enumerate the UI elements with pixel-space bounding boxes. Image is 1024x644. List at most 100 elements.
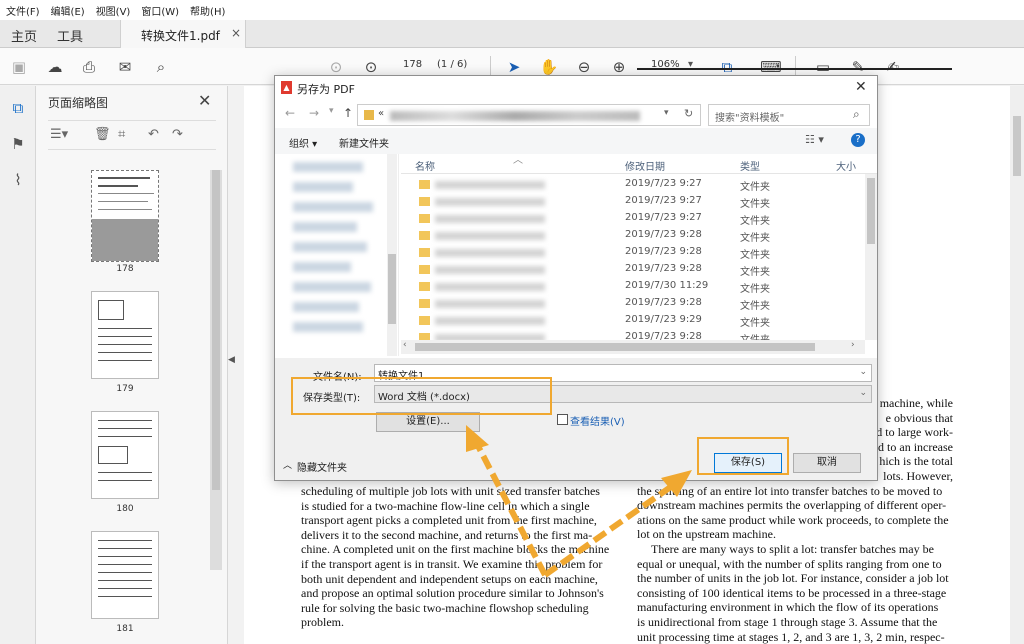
new-folder-button[interactable]: 新建文件夹: [339, 135, 389, 150]
nav-item-blurred[interactable]: [293, 282, 371, 292]
scrollbar-thumb[interactable]: [867, 178, 875, 244]
tab-home[interactable]: 主页: [11, 26, 37, 45]
text-line: is studied for a two-machine flow-line c…: [301, 498, 590, 513]
file-row[interactable]: 2019/7/23 9:27 文件夹: [401, 193, 871, 210]
back-arrow-icon[interactable]: ←: [285, 106, 295, 120]
close-icon[interactable]: ✕: [198, 91, 211, 110]
navigation-pane[interactable]: [275, 154, 399, 356]
file-row[interactable]: 2019/7/23 9:28 文件夹: [401, 295, 871, 312]
file-row[interactable]: 2019/7/23 9:29 文件夹: [401, 312, 871, 329]
bookmark-icon[interactable]: ⚑: [8, 134, 28, 154]
scrollbar-thumb[interactable]: [1013, 116, 1021, 176]
tab-close-icon[interactable]: ×: [231, 26, 241, 40]
column-type[interactable]: 类型: [740, 158, 760, 173]
menu-help[interactable]: 帮助(H): [190, 3, 225, 18]
file-type: 文件夹: [740, 233, 770, 244]
tab-document[interactable]: 转换文件1.pdf ×: [120, 20, 246, 48]
thumbnail-line: [98, 360, 152, 361]
scrollbar-thumb[interactable]: [415, 343, 815, 351]
scroll-right-icon[interactable]: ›: [851, 340, 855, 350]
page-thumbnail-178[interactable]: [91, 170, 159, 262]
view-results-checkbox[interactable]: [557, 414, 568, 425]
redo-icon[interactable]: ↷: [172, 127, 183, 142]
page-thumbnail-179[interactable]: [91, 291, 159, 379]
print-icon[interactable]: ⎙: [78, 56, 100, 78]
nav-item-blurred[interactable]: [293, 182, 353, 192]
nav-item-blurred[interactable]: [293, 162, 363, 172]
scroll-left-icon[interactable]: ‹: [403, 340, 407, 350]
undo-icon[interactable]: ↶: [148, 127, 159, 142]
chevron-up-icon[interactable]: ︿: [283, 458, 292, 471]
nav-item-blurred[interactable]: [293, 242, 367, 252]
cancel-button[interactable]: 取消: [793, 453, 861, 473]
document-scrollbar[interactable]: [1010, 86, 1024, 644]
tab-bar: 主页 工具 转换文件1.pdf ×: [0, 20, 1024, 48]
menu-file[interactable]: 文件(F): [6, 3, 40, 18]
page-thumbnails-icon[interactable]: ⧉: [8, 98, 28, 118]
file-row[interactable]: 2019/7/23 9:28 文件夹: [401, 329, 871, 340]
file-row[interactable]: 2019/7/23 9:28 文件夹: [401, 261, 871, 278]
page-thumbnail-181[interactable]: [91, 531, 159, 619]
chevron-down-icon[interactable]: ⌄: [859, 388, 867, 398]
settings-button[interactable]: 设置(E)...: [376, 412, 480, 432]
sign-icon[interactable]: ✍: [882, 56, 904, 78]
recent-dropdown-icon[interactable]: ▾: [329, 106, 334, 116]
scrollbar-thumb[interactable]: [388, 254, 396, 324]
thumbnail-selection-overlay: [92, 219, 158, 261]
text-line: both unit dependent and independent setu…: [301, 571, 598, 586]
menu-window[interactable]: 窗口(W): [141, 3, 179, 18]
column-size[interactable]: 大小: [836, 158, 856, 173]
file-row[interactable]: 2019/7/23 9:27 文件夹: [401, 210, 871, 227]
chevron-down-icon[interactable]: ⌄: [859, 367, 867, 377]
dialog-title: 另存为 PDF: [297, 83, 355, 96]
text-line: rule for solving the basic two-machine f…: [301, 600, 589, 615]
file-row[interactable]: 2019/7/23 9:28 文件夹: [401, 227, 871, 244]
nav-item-blurred[interactable]: [293, 222, 357, 232]
collapse-panel-icon[interactable]: ◀: [228, 355, 235, 365]
file-row[interactable]: 2019/7/30 11:29 文件夹: [401, 278, 871, 295]
forward-arrow-icon[interactable]: →: [309, 106, 319, 120]
search-input[interactable]: 搜索"资料模板" ⌕: [708, 104, 870, 126]
nav-item-blurred[interactable]: [293, 322, 363, 332]
menu-view[interactable]: 视图(V): [96, 3, 131, 18]
view-results-label: 查看结果(V): [570, 417, 625, 428]
scrollbar-thumb[interactable]: [212, 170, 220, 490]
up-arrow-icon[interactable]: ↑: [343, 106, 353, 120]
search-icon[interactable]: ⌕: [150, 56, 172, 78]
menu-edit[interactable]: 编辑(E): [51, 3, 85, 18]
file-name-blurred: [435, 181, 545, 189]
view-options-icon[interactable]: ☷ ▾: [805, 133, 824, 146]
file-list-horizontal-scrollbar[interactable]: ‹ ›: [401, 340, 865, 354]
column-name[interactable]: 名称: [415, 158, 435, 173]
options-icon[interactable]: ☰▾: [50, 127, 68, 142]
tab-tools[interactable]: 工具: [57, 26, 83, 45]
refresh-icon[interactable]: ↻: [684, 107, 693, 120]
nav-item-blurred[interactable]: [293, 202, 373, 212]
file-row[interactable]: 2019/7/23 9:27 文件夹: [401, 176, 871, 193]
close-icon[interactable]: ✕: [855, 79, 867, 95]
delete-icon[interactable]: 🗑: [94, 127, 111, 142]
file-row[interactable]: 2019/7/23 9:28 文件夹: [401, 244, 871, 261]
nav-pane-scrollbar[interactable]: [387, 154, 397, 356]
file-list-vertical-scrollbar[interactable]: [865, 174, 877, 340]
help-icon[interactable]: ?: [851, 133, 865, 147]
chevron-down-icon[interactable]: ▾: [664, 108, 669, 118]
thumbnail-line: [98, 472, 152, 473]
column-date[interactable]: 修改日期: [625, 158, 665, 173]
mail-icon[interactable]: ✉: [114, 56, 136, 78]
search-icon[interactable]: ⌕: [853, 107, 860, 122]
save-icon[interactable]: ▣: [8, 56, 30, 78]
nav-item-blurred[interactable]: [293, 302, 359, 312]
extract-icon[interactable]: ⌗: [118, 127, 125, 142]
address-bar[interactable]: « ▾ ↻: [357, 104, 701, 126]
hide-folders-button[interactable]: 隐藏文件夹: [297, 459, 347, 474]
page-thumbnail-180[interactable]: [91, 411, 159, 499]
organize-button[interactable]: 组织 ▾: [289, 135, 317, 150]
nav-item-blurred[interactable]: [293, 262, 351, 272]
page-number-input[interactable]: 178: [403, 59, 422, 70]
thumbnail-scrollbar[interactable]: [210, 170, 222, 570]
attachment-icon[interactable]: ⌇: [8, 170, 28, 190]
upload-cloud-icon[interactable]: ☁: [44, 56, 66, 78]
file-date: 2019/7/23 9:29: [625, 314, 702, 325]
filetype-highlight-box: [291, 377, 552, 415]
